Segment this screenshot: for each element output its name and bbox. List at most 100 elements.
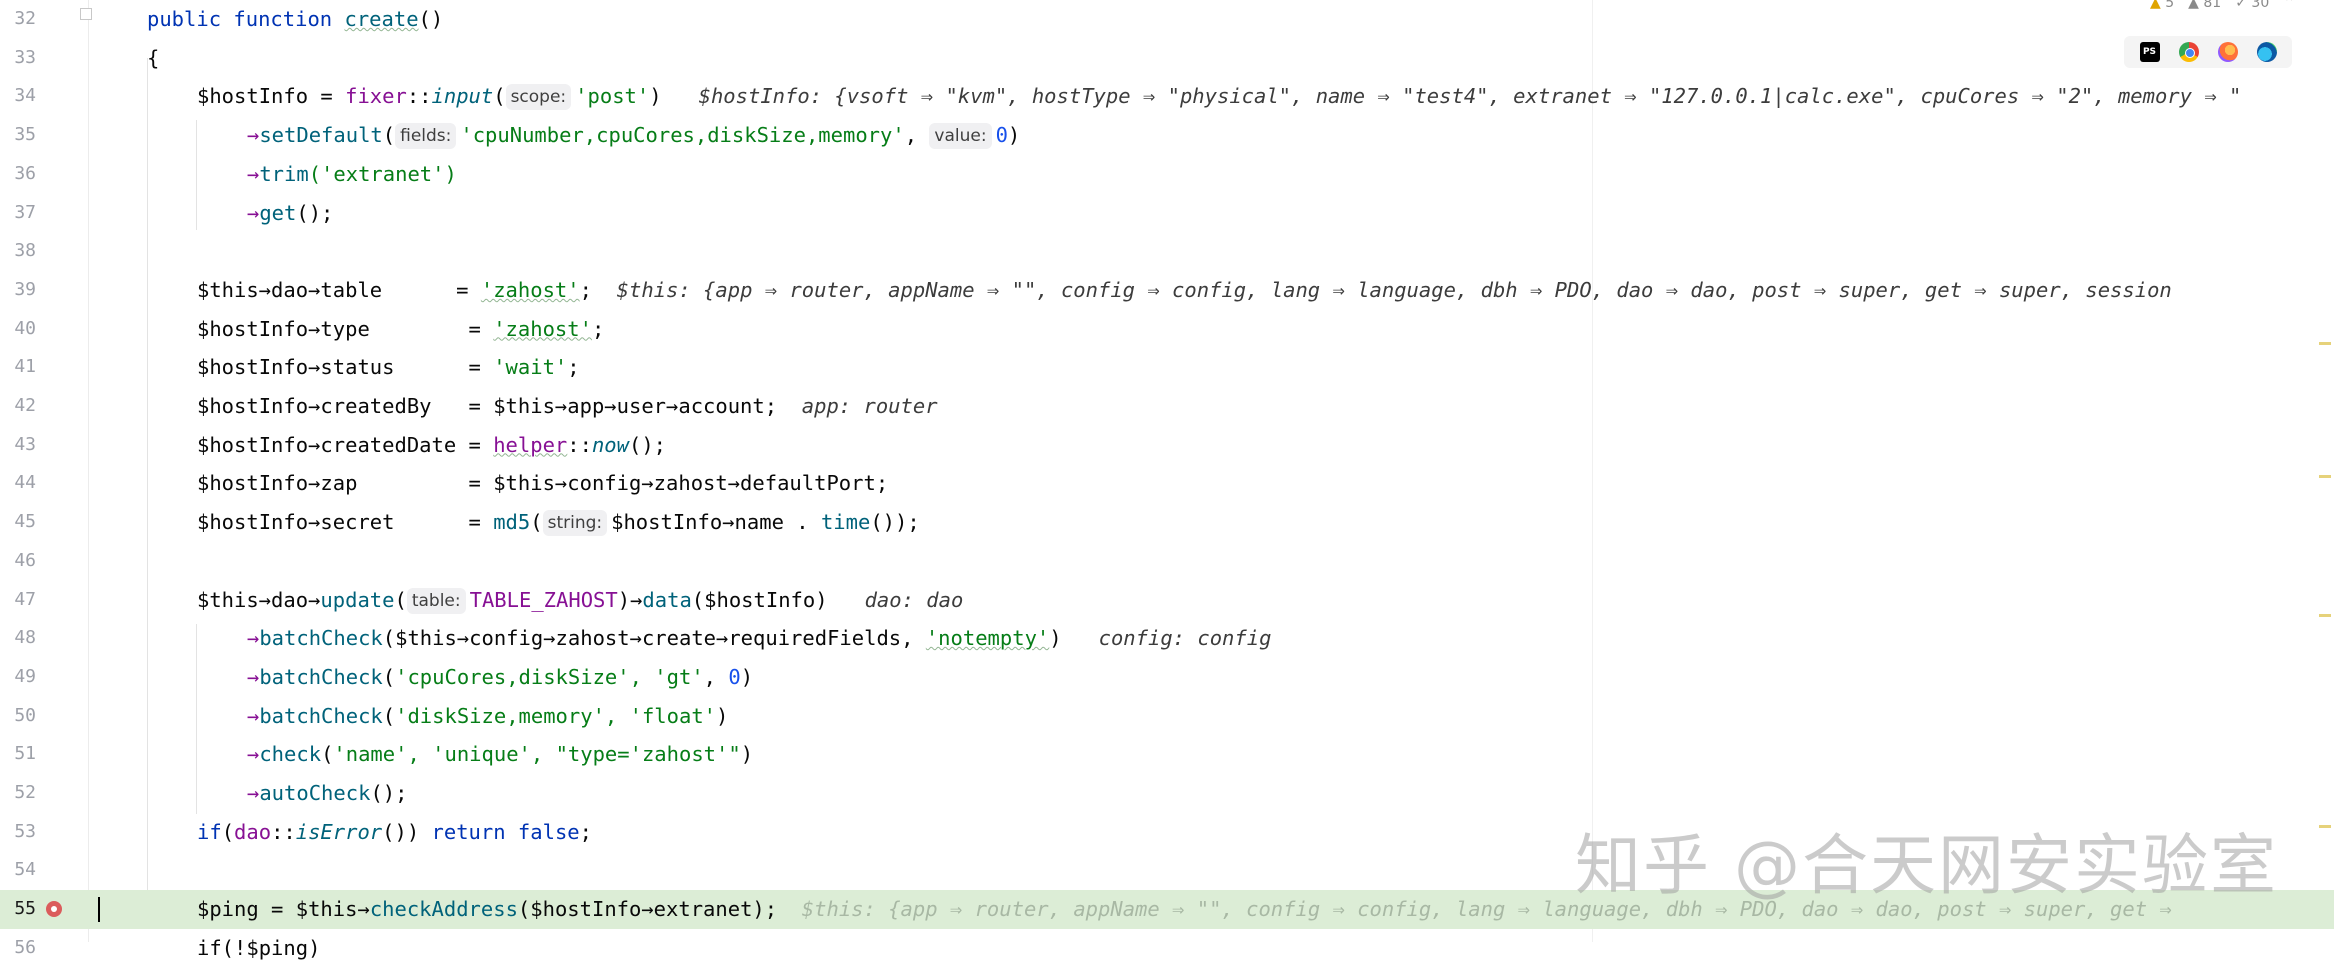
code-text: if(!$ping) <box>197 935 321 960</box>
code-line[interactable]: 50 →batchCheck('diskSize,memory', 'float… <box>0 697 2334 736</box>
chrome-icon[interactable] <box>2178 42 2199 62</box>
typo-icon: ✓ <box>2235 0 2247 11</box>
line-number: 54 <box>14 859 36 881</box>
code-text: →batchCheck('diskSize,memory', 'float') <box>247 703 729 728</box>
line-number: 52 <box>14 782 36 803</box>
debug-inline-value: $this: {app ⇒ router, appName ⇒ "", conf… <box>616 277 2172 302</box>
code-line[interactable]: 41 $hostInfo→status = 'wait'; <box>0 348 2334 387</box>
code-text: →setDefault(fields:'cpuNumber,cpuCores,d… <box>247 123 1021 150</box>
stripe-mark[interactable] <box>2319 614 2331 617</box>
line-number: 33 <box>14 46 36 68</box>
code-editor[interactable]: 32 public function create() 33 { 34 $hos… <box>0 0 2334 960</box>
stripe-mark[interactable] <box>2319 342 2331 345</box>
parameter-hint: table: <box>406 587 466 614</box>
code-text: →batchCheck('cpuCores,diskSize', 'gt', 0… <box>247 664 754 689</box>
line-number: 47 <box>14 588 36 610</box>
line-number: 49 <box>14 665 36 687</box>
parameter-hint: value: <box>929 123 992 150</box>
typo-count: ✓ 30 <box>2235 0 2269 11</box>
line-number: 42 <box>14 395 36 416</box>
code-line[interactable]: 43 $hostInfo→createdDate = helper::now()… <box>0 426 2334 465</box>
code-line[interactable]: 34 $hostInfo = fixer::input(scope:'post'… <box>0 77 2334 116</box>
code-text: public function create() <box>147 7 444 31</box>
line-number: 55 <box>14 898 36 920</box>
edge-icon[interactable] <box>2256 42 2277 62</box>
line-number: 32 <box>14 8 36 29</box>
code-text: $hostInfo→createdBy = $this→app→user→acc… <box>197 394 938 418</box>
weak-warning-count: ▲ 81 <box>2188 0 2221 11</box>
line-number: 48 <box>14 627 36 649</box>
code-line[interactable]: 51 →check('name', 'unique', "type='zahos… <box>0 735 2334 774</box>
line-number: 39 <box>14 278 36 300</box>
warning-count: ▲ 5 <box>2150 0 2174 11</box>
debug-inline-value: app: router <box>801 394 938 418</box>
warning-icon: ▲ <box>2150 0 2161 11</box>
line-number: 46 <box>14 549 36 571</box>
code-line[interactable]: 39 $this→dao→table = 'zahost'; $this: {a… <box>0 271 2334 310</box>
debug-inline-value: config: config <box>1098 626 1272 651</box>
line-number: 34 <box>14 85 36 107</box>
code-line[interactable]: 49 →batchCheck('cpuCores,diskSize', 'gt'… <box>0 658 2334 697</box>
code-line[interactable]: 40 $hostInfo→type = 'zahost'; <box>0 310 2334 349</box>
weak-warning-icon: ▲ <box>2188 0 2199 11</box>
stripe-mark[interactable] <box>2319 825 2331 828</box>
inspection-widget[interactable]: ▲ 5 ▲ 81 ✓ 30 ⌃ <box>2150 0 2334 12</box>
line-number: 50 <box>14 704 36 726</box>
line-number: 43 <box>14 433 36 455</box>
line-number: 41 <box>14 356 36 378</box>
code-text: →check('name', 'unique', "type='zahost'"… <box>247 742 754 767</box>
breakpoint-icon[interactable] <box>46 901 62 918</box>
code-line[interactable]: 36 →trim('extranet') <box>0 155 2334 194</box>
code-text: if(dao::isError()) return false; <box>197 819 592 844</box>
line-number: 44 <box>14 472 36 494</box>
code-line[interactable]: 48 →batchCheck($this→config→zahost→creat… <box>0 619 2334 658</box>
code-text: $this→dao→table = 'zahost'; $this: {app … <box>197 277 2172 302</box>
code-text: $hostInfo→type = 'zahost'; <box>197 316 605 341</box>
code-text: $hostInfo→status = 'wait'; <box>197 355 580 380</box>
code-text: { <box>147 45 160 70</box>
line-number: 35 <box>14 124 36 146</box>
code-text: $this→dao→update(table: TABLE_ZAHOST)→dat… <box>197 587 964 614</box>
code-line[interactable]: 37 →get(); <box>0 194 2334 233</box>
code-line[interactable]: 45 $hostInfo→secret = md5(string: $hostIn… <box>0 503 2334 542</box>
code-text: →trim('extranet') <box>247 161 457 186</box>
line-number: 56 <box>14 936 36 958</box>
parameter-hint: string: <box>542 510 608 537</box>
line-number: 38 <box>14 240 36 262</box>
code-line[interactable]: 52 →autoCheck(); <box>0 774 2334 813</box>
firefox-icon[interactable] <box>2217 42 2238 62</box>
code-line[interactable]: 38 <box>0 232 2334 271</box>
debug-inline-value: $hostInfo: {vsoft ⇒ "kvm", hostType ⇒ "p… <box>698 84 2242 109</box>
error-stripe[interactable] <box>2316 0 2334 942</box>
parameter-hint: scope: <box>505 84 572 111</box>
code-line[interactable]: 35 →setDefault(fields:'cpuNumber,cpuCore… <box>0 116 2334 155</box>
browser-preview-bar: PS <box>2124 36 2292 68</box>
text-caret <box>98 897 100 923</box>
code-text: $hostInfo→secret = md5(string: $hostInfo→… <box>197 510 920 537</box>
line-number: 37 <box>14 201 36 223</box>
debug-inline-value: dao: dao <box>864 587 964 612</box>
stripe-mark[interactable] <box>2319 475 2331 478</box>
line-number: 45 <box>14 511 36 533</box>
code-text: $hostInfo→createdDate = helper::now(); <box>197 432 667 457</box>
code-text: $hostInfo→zap = $this→config→zahost→defa… <box>197 471 889 496</box>
code-text: →get(); <box>247 200 334 225</box>
code-line[interactable]: 32 public function create() <box>0 0 2334 39</box>
code-line[interactable]: 44 $hostInfo→zap = $this→config→zahost→d… <box>0 464 2334 503</box>
code-line[interactable]: 42 $hostInfo→createdBy = $this→app→user→… <box>0 387 2334 426</box>
phpstorm-icon[interactable]: PS <box>2139 42 2160 62</box>
line-number: 53 <box>14 820 36 842</box>
code-text: →batchCheck($this→config→zahost→create→r… <box>247 626 1272 651</box>
code-line[interactable]: 56 if(!$ping) <box>0 929 2334 968</box>
line-number: 40 <box>14 317 36 339</box>
code-text: →autoCheck(); <box>247 781 408 805</box>
chevron-up-icon[interactable]: ⌃ <box>2283 0 2295 11</box>
code-text: $hostInfo = fixer::input(scope:'post') $… <box>197 84 2242 111</box>
parameter-hint: fields: <box>395 123 457 150</box>
watermark: 知乎 @合天网安实验室 <box>1575 827 2278 904</box>
code-line[interactable]: 47 $this→dao→update(table: TABLE_ZAHOST)→… <box>0 581 2334 620</box>
line-number: 36 <box>14 162 36 184</box>
line-number: 51 <box>14 743 36 765</box>
code-line[interactable]: 46 <box>0 542 2334 581</box>
code-line[interactable]: 33 { <box>0 39 2334 78</box>
